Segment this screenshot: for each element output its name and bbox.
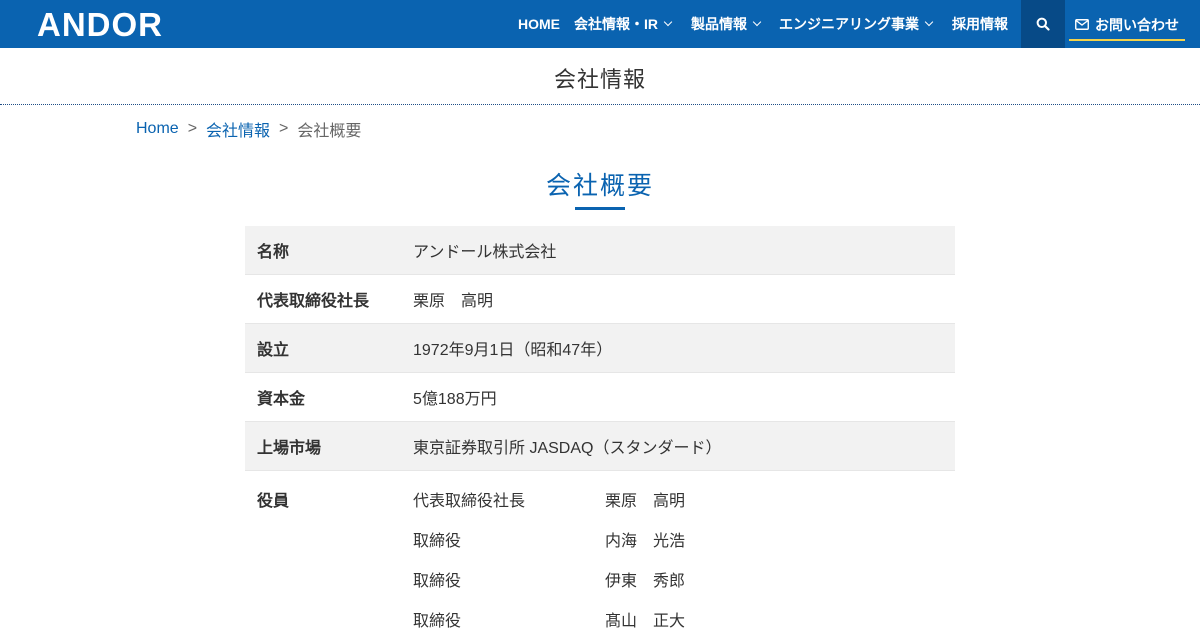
top-navigation-bar: ANDOR HOME 会社情報・IR 製品情報 エンジニアリング事業 採用情報 [0,0,1200,48]
row-value-capital: 5億188万円 [413,391,497,408]
nav-engineering-label[interactable]: エンジニアリング事業 [779,14,919,34]
row-label-president: 代表取締役社長 [257,293,370,310]
table-row: 上場市場 東京証券取引所 JASDAQ（スタンダード） [245,422,955,471]
row-value-founded: 1972年9月1日（昭和47年） [413,342,613,359]
officer-role: 代表取締役社長 [413,493,526,510]
row-value-listing: 東京証券取引所 JASDAQ（スタンダード） [413,440,722,457]
chevron-down-icon [924,17,934,27]
row-value-name: アンドール株式会社 [413,244,557,261]
officer-role: 取締役 [413,613,462,630]
nav-products-label[interactable]: 製品情報 [691,14,747,34]
search-icon [1036,17,1050,31]
breadcrumb-current: 会社概要 [297,123,362,140]
breadcrumb: Home > 会社情報 > 会社概要 [136,117,362,141]
table-row: 設立 1972年9月1日（昭和47年） [245,324,955,373]
chevron-down-icon [663,17,673,27]
breadcrumb-company-link[interactable]: 会社情報 [206,117,270,141]
chevron-down-icon [752,17,762,27]
breadcrumb-separator: > [187,120,198,137]
nav-home[interactable]: HOME [518,0,560,48]
nav-recruit[interactable]: 採用情報 [952,0,1008,48]
contact-button[interactable]: お問い合わせ [1069,10,1185,41]
officer-role: 取締役 [413,573,462,590]
officer-name: 栗原 高明 [605,493,686,510]
table-row: 名称 アンドール株式会社 [245,226,955,275]
contact-label[interactable]: お問い合わせ [1095,15,1179,35]
officer-name: 髙山 正大 [605,613,686,630]
row-label-listing: 上場市場 [257,440,322,457]
officer-role: 取締役 [413,533,462,550]
nav-home-label[interactable]: HOME [518,16,560,32]
mail-icon [1075,19,1089,30]
row-value-president: 栗原 高明 [413,293,494,310]
nav-company-ir[interactable]: 会社情報・IR [574,0,673,48]
search-button[interactable] [1021,0,1065,48]
table-row: 代表取締役社長 栗原 高明 [245,275,955,324]
breadcrumb-home-link[interactable]: Home [136,120,179,138]
section-title: 会社概要 [545,172,654,200]
nav-recruit-label[interactable]: 採用情報 [952,14,1008,34]
section-title-underline [575,207,625,210]
officer-name: 内海 光浩 [605,533,686,550]
company-overview-table: 名称 アンドール株式会社 代表取締役社長 栗原 高明 設立 1972年9月1日（… [245,226,955,471]
officer-name: 伊東 秀郎 [605,573,686,590]
table-row: 資本金 5億188万円 [245,373,955,422]
row-label-officers: 役員 [257,493,290,510]
page-title: 会社情報 [553,67,646,92]
breadcrumb-separator: > [279,120,289,137]
row-label-capital: 資本金 [257,391,306,408]
row-label-name: 名称 [257,244,290,261]
andor-logo[interactable]: ANDOR [37,8,163,41]
nav-products[interactable]: 製品情報 [691,0,762,48]
nav-engineering[interactable]: エンジニアリング事業 [779,0,934,48]
row-label-founded: 設立 [257,342,290,359]
nav-company-ir-label[interactable]: 会社情報・IR [574,14,658,34]
